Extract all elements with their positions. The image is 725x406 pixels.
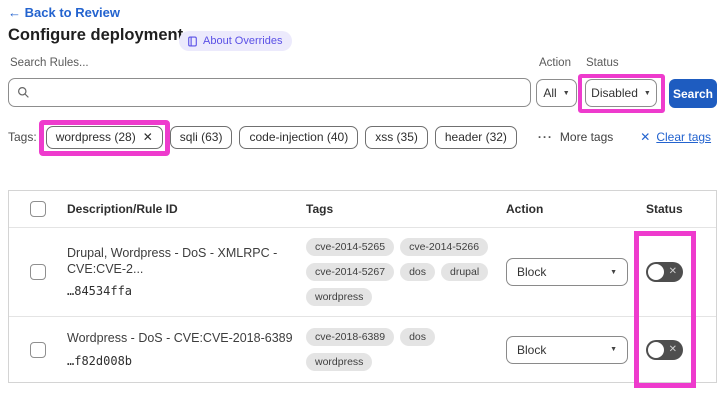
status-filter-dropdown[interactable]: Disabled ▼	[585, 79, 657, 107]
caret-down-icon: ▼	[610, 346, 617, 353]
action-filter-value: All	[543, 86, 556, 100]
selected-tag-wrapper: wordpress (28) ✕	[46, 126, 163, 149]
status-filter-value: Disabled	[591, 86, 638, 100]
clear-tags-label: Clear tags	[656, 130, 711, 144]
table-row: Drupal, Wordpress - DoS - XMLRPC - CVE:C…	[9, 228, 716, 317]
row-checkbox[interactable]	[30, 264, 46, 280]
rules-table: Description/Rule ID Tags Action Status D…	[8, 190, 717, 383]
page-title: Configure deployment	[8, 26, 183, 45]
tag-pill-header[interactable]: header (32)	[435, 126, 517, 149]
search-input[interactable]	[36, 86, 522, 100]
search-icon	[17, 86, 30, 99]
header-status: Status	[646, 202, 716, 216]
tags-bar: Tags: wordpress (28) ✕ sqli (63) code-in…	[8, 121, 711, 153]
status-toggle[interactable]: ✕	[646, 340, 683, 360]
rule-tag: wordpress	[306, 353, 372, 371]
more-tags-button[interactable]: ··· More tags	[538, 130, 613, 144]
search-input-container[interactable]	[8, 78, 531, 107]
action-dropdown[interactable]: Block ▼	[506, 258, 628, 286]
rule-id: …84534ffa	[67, 284, 306, 298]
tag-pill-xss[interactable]: xss (35)	[365, 126, 428, 149]
rule-description: Drupal, Wordpress - DoS - XMLRPC - CVE:C…	[67, 246, 306, 277]
header-description: Description/Rule ID	[46, 202, 306, 216]
header-tags: Tags	[306, 202, 506, 216]
clear-x-icon: ✕	[640, 130, 650, 144]
rule-tag: cve-2014-5265	[306, 238, 394, 256]
header-action: Action	[506, 202, 646, 216]
action-value: Block	[517, 343, 546, 357]
back-to-review-link[interactable]: ← Back to Review	[8, 5, 120, 20]
caret-down-icon: ▼	[644, 90, 651, 97]
rule-tag: cve-2014-5266	[400, 238, 488, 256]
select-all-checkbox[interactable]	[30, 201, 46, 217]
tag-pill-wordpress-selected[interactable]: wordpress (28) ✕	[46, 126, 163, 149]
rule-tag: dos	[400, 328, 435, 346]
back-arrow-icon: ←	[8, 5, 21, 20]
search-rules-label: Search Rules...	[10, 57, 89, 69]
action-label: Action	[539, 57, 571, 69]
table-header-row: Description/Rule ID Tags Action Status	[9, 191, 716, 228]
rule-description: Wordpress - DoS - CVE:CVE-2018-6389	[67, 331, 306, 347]
badge-label: About Overrides	[203, 35, 282, 47]
status-label: Status	[586, 57, 619, 69]
rule-tags: cve-2018-6389 dos wordpress	[306, 328, 496, 371]
about-overrides-badge[interactable]: About Overrides	[179, 31, 292, 51]
action-dropdown[interactable]: Block ▼	[506, 336, 628, 364]
rule-tag: dos	[400, 263, 435, 281]
book-icon	[187, 36, 198, 47]
tag-pill-sqli[interactable]: sqli (63)	[170, 126, 233, 149]
action-filter-dropdown[interactable]: All ▼	[536, 79, 577, 107]
caret-down-icon: ▼	[610, 269, 617, 276]
rule-tag: cve-2018-6389	[306, 328, 394, 346]
back-link-label: Back to Review	[25, 5, 120, 20]
remove-tag-icon[interactable]: ✕	[143, 130, 153, 144]
configure-deployment-page: ← Back to Review Configure deployment Ab…	[0, 0, 725, 406]
rule-tag: drupal	[441, 263, 488, 281]
toggle-knob	[648, 264, 664, 280]
toggle-off-icon: ✕	[669, 267, 677, 277]
rule-tags: cve-2014-5265 cve-2014-5266 cve-2014-526…	[306, 238, 496, 306]
selected-tag-label: wordpress (28)	[56, 130, 136, 144]
caret-down-icon: ▼	[563, 90, 570, 97]
rule-tag: wordpress	[306, 288, 372, 306]
tags-bar-label: Tags:	[8, 130, 37, 144]
toggle-knob	[648, 342, 664, 358]
action-value: Block	[517, 265, 546, 279]
more-tags-label: More tags	[560, 130, 613, 144]
rule-id: …f82d008b	[67, 354, 306, 368]
ellipsis-icon: ···	[538, 130, 553, 144]
tag-pill-code-injection[interactable]: code-injection (40)	[239, 126, 358, 149]
clear-tags-link[interactable]: ✕ Clear tags	[640, 130, 711, 144]
status-toggle[interactable]: ✕	[646, 262, 683, 282]
rule-tag: cve-2014-5267	[306, 263, 394, 281]
row-checkbox[interactable]	[30, 342, 46, 358]
search-button[interactable]: Search	[669, 79, 717, 108]
toggle-off-icon: ✕	[669, 345, 677, 355]
table-row: Wordpress - DoS - CVE:CVE-2018-6389 …f82…	[9, 317, 716, 382]
